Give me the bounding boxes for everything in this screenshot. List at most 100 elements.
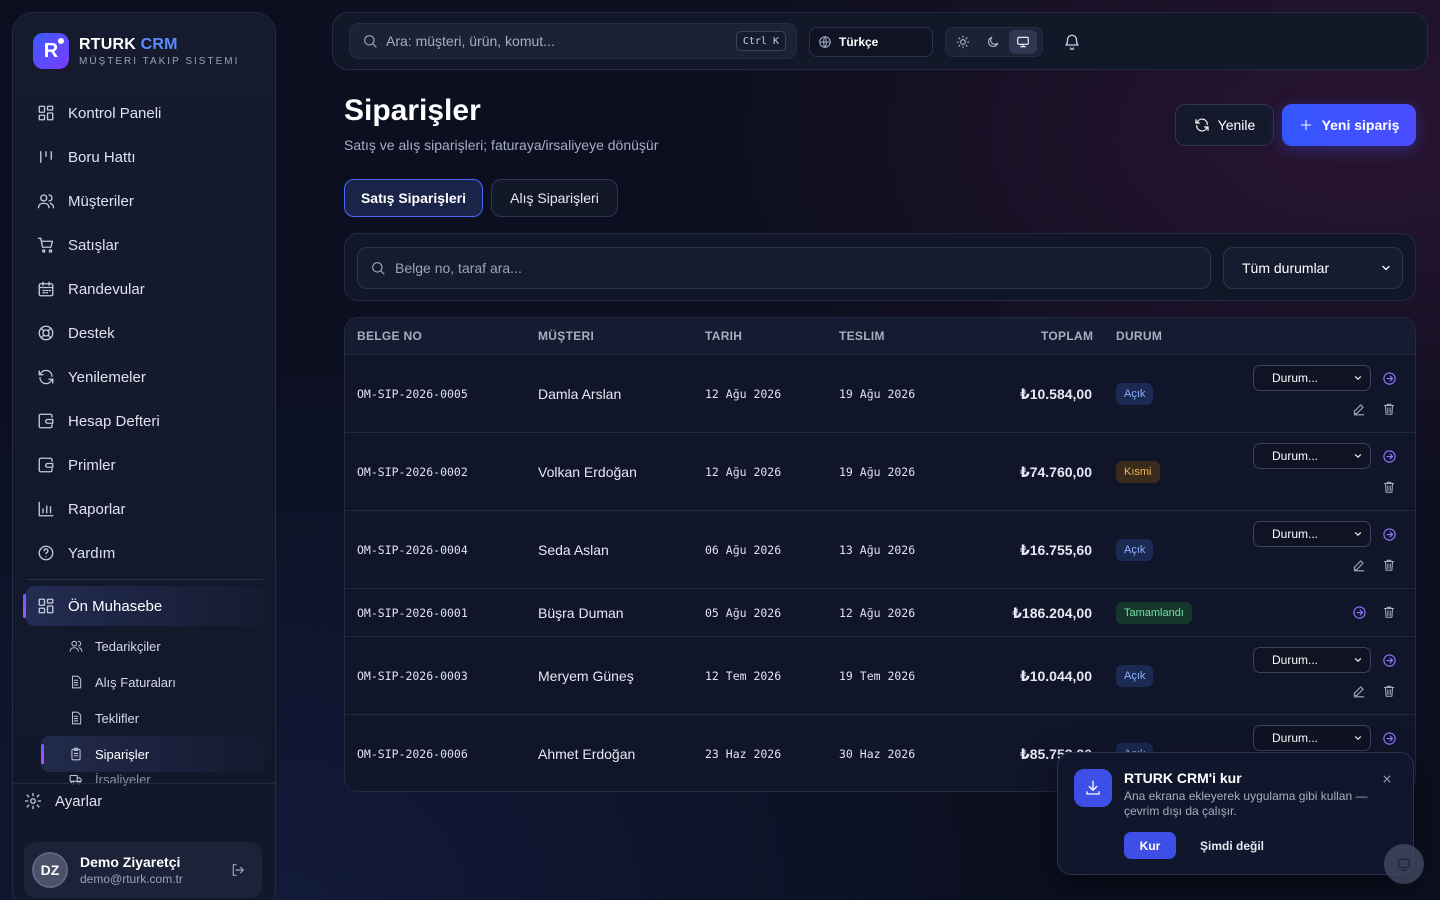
sidebar-item-pipeline[interactable]: Boru Hattı [25,135,265,179]
row-status-select[interactable]: Durum... [1253,725,1371,751]
table-row[interactable]: OM-SIP-2026-0001 Büşra Duman 05 Ağu 2026 12… [345,588,1415,636]
edit-icon[interactable] [1352,684,1367,699]
convert-icon[interactable] [1352,605,1367,620]
row-status-select-label: Durum... [1272,371,1319,385]
edit-icon[interactable] [1352,558,1367,573]
install-button[interactable]: Kur [1124,832,1176,859]
order-search[interactable] [357,247,1211,289]
sidebar-item-customers[interactable]: Müşteriler [25,179,265,223]
status-badge: Açık [1116,539,1154,561]
page-title: Siparişler [344,94,481,127]
table-row[interactable]: OM-SIP-2026-0002 Volkan Erdoğan 12 Ağu 202… [345,432,1415,510]
download-icon [1074,769,1112,807]
cell-customer: Damla Arslan [538,386,622,402]
bell-icon[interactable] [1063,33,1081,51]
cell-doc-no[interactable]: OM-SIP-2026-0002 [357,465,468,479]
cell-doc-no[interactable]: OM-SIP-2026-0004 [357,543,468,557]
brand[interactable]: R RTURK CRM MÜŞTERI TAKIP SISTEMI [33,33,239,69]
language-select[interactable]: Türkçe [809,27,933,57]
sidebar-item-quotes[interactable]: Teklifler [41,700,265,736]
global-search[interactable]: Ctrl K [349,23,797,59]
sidebar-item-label: Ayarlar [55,792,103,810]
sidebar-item-support[interactable]: Destek [25,311,265,355]
orders-table: BELGE NO MÜŞTERI TARIH TESLIM TOPLAM DUR… [344,317,1416,792]
theme-dark-button[interactable] [979,30,1007,54]
filter-bar: Tüm durumlar [344,233,1416,301]
wallet-icon [37,412,55,430]
sidebar-group-accounting[interactable]: Ön Muhasebe [23,586,265,626]
sidebar-item-label: Siparişler [95,746,150,762]
convert-icon[interactable] [1382,653,1397,668]
sidebar-divider [27,579,263,580]
sidebar-item-renewals[interactable]: Yenilemeler [25,355,265,399]
cell-doc-no[interactable]: OM-SIP-2026-0006 [357,747,468,761]
column-header-doc-no: BELGE NO [357,329,423,343]
sidebar-item-ledger[interactable]: Hesap Defteri [25,399,265,443]
sidebar-item-orders[interactable]: Siparişler [41,736,265,772]
table-row[interactable]: OM-SIP-2026-0003 Meryem Güneş 12 Tem 2026 1… [345,636,1415,714]
edit-icon[interactable] [1352,402,1367,417]
not-now-button[interactable]: Şimdi değil [1200,839,1264,853]
sidebar-item-sales[interactable]: Satışlar [25,223,265,267]
status-badge: Tamamlandı [1116,602,1192,624]
chevron-down-icon [1353,373,1363,383]
cell-doc-no[interactable]: OM-SIP-2026-0003 [357,669,468,683]
status-badge: Açık [1116,383,1154,405]
sidebar-item-purchase-invoices[interactable]: Alış Faturaları [41,664,265,700]
convert-icon[interactable] [1382,527,1397,542]
cell-delivery: 30 Haz 2026 [839,747,916,761]
sidebar-item-label: Primler [68,456,116,474]
trash-icon[interactable] [1382,402,1397,417]
sidebar-item-reports[interactable]: Raporlar [25,487,265,531]
row-status-select[interactable]: Durum... [1253,443,1371,469]
status-badge: Açık [1116,665,1154,687]
sidebar-item-label: Teklifler [95,710,140,726]
cell-delivery: 19 Ağu 2026 [839,465,916,479]
sidebar-item-help[interactable]: Yardım [25,531,265,575]
convert-icon[interactable] [1382,449,1397,464]
convert-icon[interactable] [1382,371,1397,386]
column-header-date: TARIH [705,329,743,343]
tab-sales-orders[interactable]: Satış Siparişleri [344,179,483,217]
trash-icon[interactable] [1382,558,1397,573]
theme-system-button[interactable] [1009,30,1037,54]
convert-icon[interactable] [1382,731,1397,746]
sidebar-item-bonuses[interactable]: Primler [25,443,265,487]
trash-icon[interactable] [1382,684,1397,699]
cell-doc-no[interactable]: OM-SIP-2026-0001 [357,606,468,620]
gear-icon [24,792,42,810]
close-icon[interactable] [1381,773,1393,785]
cell-delivery: 19 Ağu 2026 [839,387,916,401]
chat-widget-button[interactable] [1384,844,1424,884]
user-email: demo@rturk.com.tr [80,872,183,886]
table-row[interactable]: OM-SIP-2026-0004 Seda Aslan 06 Ağu 2026 13 … [345,510,1415,588]
logout-icon[interactable] [230,862,246,878]
row-status-select[interactable]: Durum... [1253,647,1371,673]
order-search-input[interactable] [395,260,1175,276]
monitor-icon [1016,35,1030,49]
status-filter-value: Tüm durumlar [1242,260,1330,276]
sidebar-item-settings[interactable]: Ayarlar [24,792,102,810]
sidebar-item-appointments[interactable]: Randevular [25,267,265,311]
sidebar-item-label: Satışlar [68,236,119,254]
brand-subtitle: MÜŞTERI TAKIP SISTEMI [79,55,240,67]
cell-doc-no[interactable]: OM-SIP-2026-0005 [357,387,468,401]
row-status-select[interactable]: Durum... [1253,521,1371,547]
column-header-delivery: TESLIM [839,329,885,343]
user-card[interactable]: DZ Demo Ziyaretçi demo@rturk.com.tr [24,842,262,898]
trash-icon[interactable] [1382,480,1397,495]
plus-icon [1299,118,1313,132]
table-row[interactable]: OM-SIP-2026-0005 Damla Arslan 12 Ağu 2026 1… [345,354,1415,432]
tab-purchase-orders[interactable]: Alış Siparişleri [491,179,618,217]
status-filter-select[interactable]: Tüm durumlar [1223,247,1403,289]
sidebar-item-dashboard[interactable]: Kontrol Paneli [25,91,265,135]
refresh-button[interactable]: Yenile [1175,104,1274,146]
global-search-input[interactable] [386,33,726,49]
refresh-icon [1194,117,1210,133]
trash-icon[interactable] [1382,605,1397,620]
theme-light-button[interactable] [949,30,977,54]
sidebar-submenu: Tedarikçiler Alış Faturaları Teklifler S… [25,628,265,786]
new-order-button[interactable]: Yeni sipariş [1282,104,1416,146]
sidebar-item-suppliers[interactable]: Tedarikçiler [41,628,265,664]
row-status-select[interactable]: Durum... [1253,365,1371,391]
